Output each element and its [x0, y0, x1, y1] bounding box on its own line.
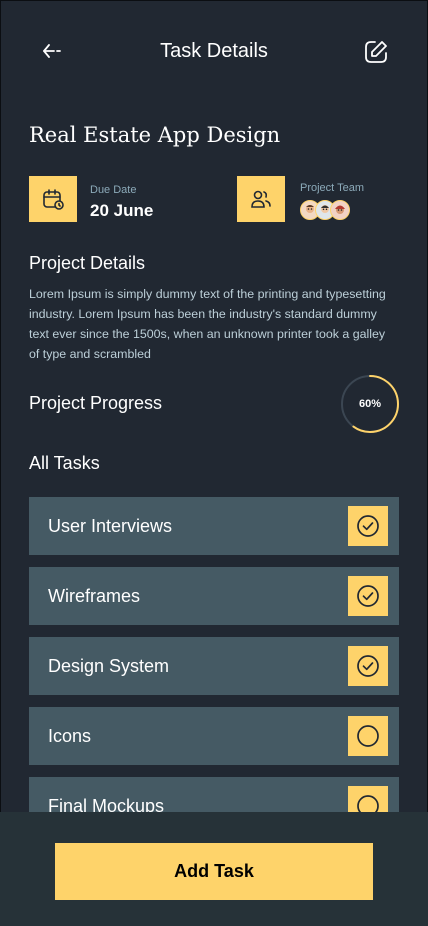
header: Task Details: [0, 0, 428, 104]
task-item[interactable]: Design System: [29, 637, 399, 695]
task-item[interactable]: Icons: [29, 707, 399, 765]
task-list: User Interviews Wireframes Design System…: [29, 497, 399, 813]
edit-button[interactable]: [361, 37, 391, 67]
project-details-title: Project Details: [29, 253, 146, 273]
calendar-icon: [43, 189, 64, 210]
task-label: Final Mockups: [48, 795, 165, 814]
task-label: Wireframes: [48, 585, 141, 606]
task-label: Icons: [48, 725, 92, 746]
due-date-icon-box: [29, 176, 77, 222]
task-label: Design System: [48, 655, 170, 676]
task-item[interactable]: Wireframes: [29, 567, 399, 625]
team-avatars[interactable]: [300, 200, 350, 220]
users-icon: [251, 190, 271, 208]
avatar-face-icon: [335, 205, 345, 214]
due-date-value: 20 June: [90, 201, 154, 220]
check-circle-icon: [357, 585, 379, 607]
task-checkbox[interactable]: [348, 716, 388, 756]
avatar: [330, 200, 350, 220]
project-team-card: [237, 176, 285, 222]
task-checkbox[interactable]: [348, 506, 388, 546]
task-item[interactable]: User Interviews: [29, 497, 399, 555]
all-tasks-title: All Tasks: [29, 453, 100, 473]
empty-circle-icon: [357, 725, 379, 747]
add-task-button[interactable]: Add Task: [55, 843, 373, 900]
project-team-icon-box: [237, 176, 285, 222]
progress-percent: 60%: [358, 398, 382, 410]
check-circle-icon: [357, 655, 379, 677]
project-title: Real Estate App Design: [29, 123, 281, 147]
task-checkbox[interactable]: [348, 576, 388, 616]
project-details-text: Lorem Ipsum is simply dummy text of the …: [29, 287, 386, 361]
task-label: User Interviews: [48, 515, 173, 536]
due-date-label: Due Date: [90, 184, 137, 196]
task-checkbox[interactable]: [348, 786, 388, 813]
check-circle-icon: [357, 515, 379, 537]
task-checkbox[interactable]: [348, 646, 388, 686]
project-progress-title: Project Progress: [29, 393, 163, 413]
task-item[interactable]: Final Mockups: [29, 777, 399, 813]
empty-circle-icon: [357, 795, 379, 813]
edit-icon: [365, 41, 387, 63]
due-date-card: [29, 176, 77, 222]
project-team-label: Project Team: [300, 182, 364, 194]
